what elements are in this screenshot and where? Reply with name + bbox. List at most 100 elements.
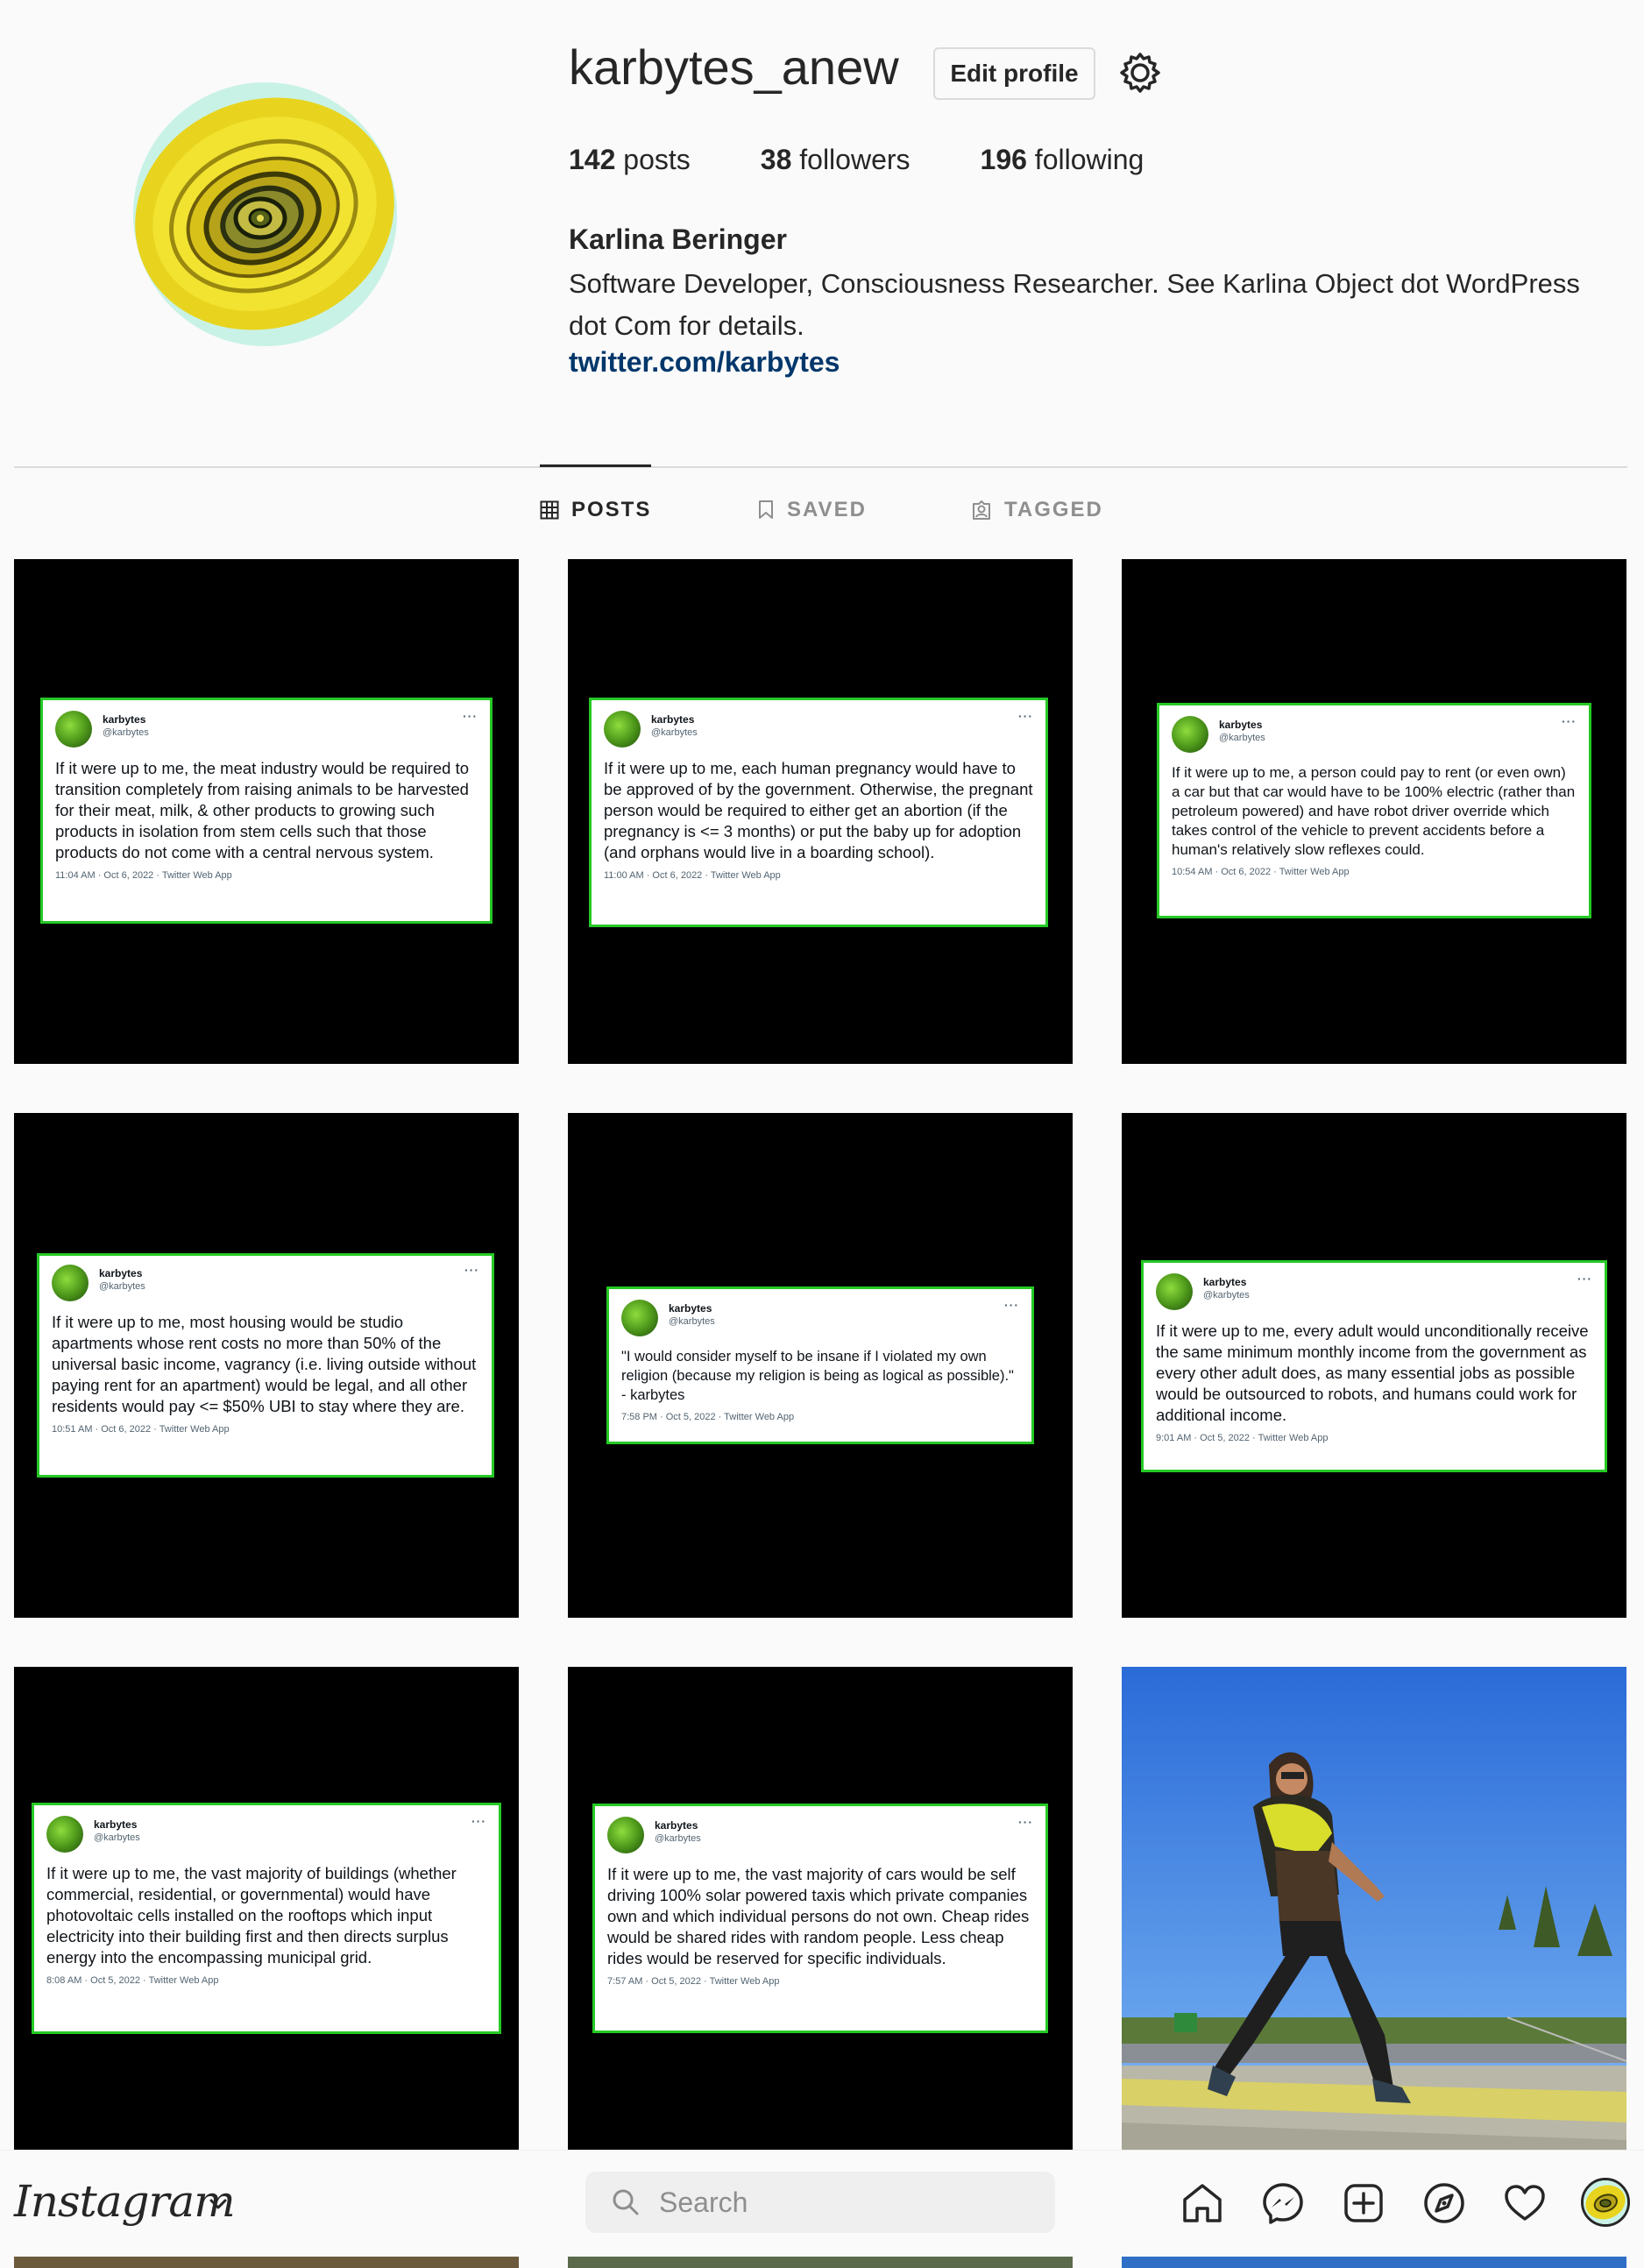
tagged-user-icon — [973, 500, 990, 520]
followers-count-label: followers — [799, 144, 911, 175]
tweet-timestamp: 9:01 AM · Oct 5, 2022 · Twitter Web App — [1156, 1433, 1329, 1443]
post-tile[interactable]: karbytes @karbytes ··· If it were up to me… — [568, 1667, 1073, 2172]
messenger-icon[interactable] — [1260, 2180, 1306, 2226]
bookmark-icon — [759, 500, 773, 519]
tweet-timestamp: 7:57 AM · Oct 5, 2022 · Twitter Web App — [607, 1976, 780, 1987]
tweet-card: karbytes @karbytes ··· If it were up to me… — [32, 1803, 501, 2034]
following-count-label: following — [1034, 144, 1144, 175]
tweet-text: If it were up to me, a person could pay … — [1172, 764, 1576, 858]
tab-posts[interactable]: POSTS — [540, 498, 651, 522]
new-post-icon[interactable] — [1341, 2180, 1386, 2226]
profile-stats: 142 posts 38 followers 196 following — [569, 144, 1214, 176]
tweet-author-name: karbytes — [103, 713, 146, 726]
tweet-text: If it were up to me, most housing would … — [52, 1313, 477, 1415]
followers-count[interactable]: 38 followers — [761, 144, 911, 176]
tweet-author-handle: @karbytes — [1219, 733, 1265, 743]
post-tile-partial — [14, 2257, 519, 2268]
post-tile-partial — [568, 2257, 1073, 2268]
followers-count-number: 38 — [760, 144, 792, 175]
settings-gear-icon[interactable] — [1118, 51, 1162, 95]
search-input[interactable]: Search — [585, 2172, 1055, 2233]
tweet-avatar — [46, 1816, 83, 1853]
tweet-author-name: karbytes — [99, 1267, 143, 1279]
more-options-icon: ··· — [471, 1814, 486, 1828]
tab-posts-label: POSTS — [571, 498, 652, 521]
more-options-icon: ··· — [1577, 1272, 1592, 1286]
tweet-author-name: karbytes — [655, 1819, 698, 1832]
tweet-avatar — [621, 1300, 658, 1336]
active-tab-indicator — [540, 464, 651, 467]
tweet-card: karbytes @karbytes ··· If it were up to me… — [37, 1253, 494, 1478]
tweet-timestamp: 11:04 AM · Oct 6, 2022 · Twitter Web App — [55, 870, 232, 881]
post-tile[interactable]: karbytes @karbytes ··· If it were up to me… — [568, 559, 1073, 1064]
tweet-text: If it were up to me, the meat industry w… — [55, 759, 469, 861]
tweet-timestamp: 8:08 AM · Oct 5, 2022 · Twitter Web App — [46, 1975, 219, 1986]
more-options-icon: ··· — [464, 1263, 479, 1277]
post-tile[interactable]: karbytes @karbytes ··· If it were up to me… — [14, 559, 519, 1064]
search-placeholder: Search — [659, 2186, 748, 2218]
tweet-text: If it were up to me, the vast majority o… — [46, 1864, 457, 1967]
tweet-author-handle: @karbytes — [94, 1832, 140, 1843]
tweet-avatar — [607, 1817, 644, 1853]
explore-compass-icon[interactable] — [1421, 2180, 1467, 2226]
more-options-icon: ··· — [1018, 1815, 1033, 1829]
tweet-author-handle: @karbytes — [651, 727, 698, 738]
tweet-card: karbytes @karbytes ··· If it were up to me… — [1157, 703, 1591, 918]
tweet-author-handle: @karbytes — [99, 1281, 145, 1292]
more-options-icon: ··· — [463, 709, 478, 723]
more-options-icon: ··· — [1562, 714, 1577, 728]
nav-profile-avatar[interactable] — [1581, 2178, 1630, 2227]
posts-count-label: posts — [623, 144, 691, 175]
tweet-card: karbytes @karbytes ··· "I would consider m… — [606, 1286, 1034, 1444]
edit-profile-button[interactable]: Edit profile — [933, 47, 1095, 100]
more-options-icon: ··· — [1004, 1298, 1019, 1312]
tweet-author-handle: @karbytes — [103, 727, 149, 738]
tab-tagged-label: TAGGED — [1004, 498, 1103, 521]
profile-full-name: Karlina Beringer — [569, 223, 787, 255]
instagram-logo[interactable]: Instagram — [14, 2176, 236, 2227]
profile-external-link[interactable]: twitter.com/karbytes — [569, 346, 840, 379]
tweet-text: "I would consider myself to be insane if… — [621, 1349, 1014, 1403]
tweet-timestamp: 7:58 PM · Oct 5, 2022 · Twitter Web App — [621, 1412, 795, 1422]
tweet-author-name: karbytes — [1219, 719, 1263, 731]
home-icon[interactable] — [1180, 2180, 1225, 2226]
nav-avatar-image — [1584, 2180, 1627, 2224]
post-tile-photo[interactable] — [1122, 1667, 1626, 2172]
chevron-down-icon[interactable] — [205, 2191, 231, 2217]
profile-avatar[interactable] — [133, 82, 397, 346]
post-tile[interactable]: karbytes @karbytes ··· If it were up to me… — [14, 1667, 519, 2172]
tweet-author-name: karbytes — [651, 713, 695, 726]
activity-heart-icon[interactable] — [1502, 2180, 1548, 2226]
following-count[interactable]: 196 following — [981, 144, 1144, 176]
tweet-avatar — [55, 711, 92, 748]
hiker-photo — [1122, 1667, 1626, 2172]
tweet-text: If it were up to me, the vast majority o… — [607, 1865, 1030, 1967]
tweet-timestamp: 10:54 AM · Oct 6, 2022 · Twitter Web App — [1172, 867, 1350, 877]
tweet-avatar — [52, 1265, 89, 1301]
post-tile-partial — [1122, 2257, 1626, 2268]
tweet-timestamp: 11:00 AM · Oct 6, 2022 · Twitter Web App — [604, 870, 781, 881]
post-tile[interactable]: karbytes @karbytes ··· "I would consider m… — [568, 1113, 1073, 1618]
post-tile[interactable]: karbytes @karbytes ··· If it were up to me… — [1122, 1113, 1626, 1618]
tweet-avatar — [1156, 1273, 1193, 1310]
tweet-avatar — [1172, 716, 1208, 753]
post-tile[interactable]: karbytes @karbytes ··· If it were up to me… — [1122, 559, 1626, 1064]
tweet-avatar — [604, 711, 641, 748]
tab-tagged[interactable]: TAGGED — [971, 498, 1103, 522]
tweet-author-name: karbytes — [1203, 1276, 1247, 1288]
search-icon — [613, 2189, 639, 2215]
following-count-number: 196 — [980, 144, 1027, 175]
tweet-timestamp: 10:51 AM · Oct 6, 2022 · Twitter Web App — [52, 1424, 230, 1435]
posts-count[interactable]: 142 posts — [569, 144, 691, 176]
tweet-author-name: karbytes — [669, 1302, 712, 1315]
post-tile[interactable]: karbytes @karbytes ··· If it were up to me… — [14, 1113, 519, 1618]
grid-icon — [540, 500, 559, 520]
posts-count-number: 142 — [569, 144, 616, 175]
tweet-card: karbytes @karbytes ··· If it were up to me… — [40, 698, 492, 924]
tweet-card: karbytes @karbytes ··· If it were up to me… — [589, 698, 1048, 927]
tweet-author-name: karbytes — [94, 1818, 138, 1831]
tweet-text: If it were up to me, each human pregnanc… — [604, 759, 1033, 861]
tab-saved[interactable]: SAVED — [757, 498, 867, 522]
tab-saved-label: SAVED — [787, 498, 867, 521]
more-options-icon: ··· — [1018, 709, 1033, 723]
